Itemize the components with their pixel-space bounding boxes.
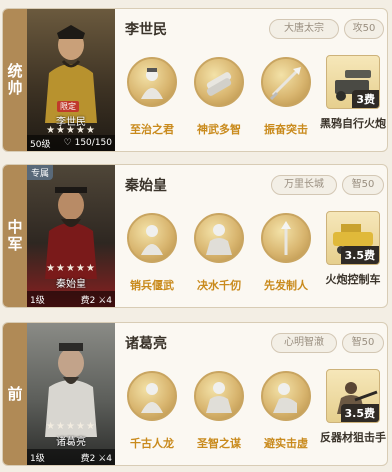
scroll-icon	[206, 72, 232, 96]
equipment-card[interactable]: 3.5费	[326, 369, 380, 423]
skill-name: 决水千仞	[197, 279, 241, 292]
limited-badge: 限定	[57, 101, 79, 112]
portrait-name: 秦始皇	[56, 279, 86, 290]
sage-icon	[141, 383, 163, 413]
warrior-icon	[206, 382, 232, 413]
level-text: 1级	[30, 295, 45, 306]
spear-icon	[281, 221, 291, 255]
hero-name: 李世民	[125, 22, 167, 38]
equipment-card[interactable]: 3费	[326, 55, 380, 109]
hero-name: 秦始皇	[125, 178, 167, 194]
spear-icon	[269, 67, 301, 101]
cost-attack-text: 费2 ⚔4	[80, 295, 112, 306]
position-text: 统帅	[5, 63, 24, 97]
stat-pill: 智50	[342, 175, 384, 195]
hero-name: 诸葛亮	[125, 336, 167, 352]
position-label: 统帅	[3, 9, 27, 151]
skill-slot[interactable]	[194, 213, 244, 263]
position-label: 中军	[3, 165, 27, 307]
equipment-name: 反器材狙击手	[320, 431, 386, 444]
portrait-name: 诸葛亮	[56, 437, 86, 448]
cost-badge: 3.5费	[340, 246, 379, 264]
exclusive-badge: 专属	[27, 165, 54, 180]
trait-pill: 万里长城	[271, 175, 337, 195]
portrait-stats: 1级 费2 ⚔4	[27, 449, 115, 465]
hero-portrait[interactable]: ★★★★★ 诸葛亮 1级 费2 ⚔4	[27, 323, 115, 465]
stat-pill: 攻50	[344, 19, 384, 39]
level-text: 1级	[30, 453, 45, 464]
skill-slot[interactable]	[127, 57, 177, 107]
troops-text: ♡ 150/150	[63, 138, 112, 148]
stat-pill: 智50	[342, 333, 384, 353]
position-label: 前	[3, 323, 27, 465]
star-rating: ★★★★★	[46, 263, 96, 274]
skill-name: 销兵偃武	[130, 279, 174, 292]
equipment-card[interactable]: 3.5费	[326, 211, 380, 265]
equipment-name: 火炮控制车	[325, 273, 381, 286]
hero-card[interactable]: 统帅 限定 李世民 ★★★★★ 50级 ♡ 150/150 李世民 大唐太宗 攻…	[2, 8, 388, 152]
skill-slot[interactable]	[194, 371, 244, 421]
skill-slot[interactable]	[261, 371, 311, 421]
skill-name: 至治之君	[130, 123, 174, 136]
skill-slot[interactable]	[194, 57, 244, 107]
cost-attack-text: 费2 ⚔4	[80, 453, 112, 464]
cost-badge: 3.5费	[340, 404, 379, 422]
skill-slot[interactable]	[261, 57, 311, 107]
skill-name: 先发制人	[264, 279, 308, 292]
star-rating: ★★★★★	[46, 421, 96, 432]
equipment-name: 黑鸦自行火炮	[320, 117, 386, 130]
sage-icon	[141, 68, 163, 99]
skill-slot[interactable]	[127, 213, 177, 263]
hero-portrait[interactable]: 限定 李世民 ★★★★★ 50级 ♡ 150/150	[27, 9, 115, 151]
hero-card[interactable]: 中军 专属 秦始皇 ★★★★★ 1级 费2 ⚔4 秦始皇 万里长城 智50 销兵…	[2, 164, 388, 308]
hero-card[interactable]: 前 ★★★★★ 诸葛亮 1级 费2 ⚔4 诸葛亮 心明智澈 智50 千古人龙 圣…	[2, 322, 388, 466]
trait-pill: 心明智澈	[271, 333, 337, 353]
warrior-icon	[273, 383, 297, 413]
skill-name: 振奋突击	[264, 123, 308, 136]
warrior-icon	[206, 224, 232, 255]
skill-slot[interactable]	[261, 213, 311, 263]
trait-pill: 大唐太宗	[269, 19, 339, 39]
cost-badge: 3费	[352, 90, 379, 108]
sage-icon	[141, 225, 163, 255]
skill-name: 圣智之谋	[197, 437, 241, 450]
position-text: 中军	[5, 219, 24, 253]
position-text: 前	[5, 385, 24, 403]
troops-value: 150/150	[74, 138, 112, 148]
hero-portrait[interactable]: 专属 秦始皇 ★★★★★ 1级 费2 ⚔4	[27, 165, 115, 307]
skill-name: 避实击虚	[264, 437, 308, 450]
portrait-stats: 1级 费2 ⚔4	[27, 291, 115, 307]
skill-name: 千古人龙	[130, 437, 174, 450]
skill-name: 神武多智	[197, 123, 241, 136]
skill-slot[interactable]	[127, 371, 177, 421]
portrait-stats: 50级 ♡ 150/150	[27, 135, 115, 151]
level-text: 50级	[30, 139, 51, 150]
